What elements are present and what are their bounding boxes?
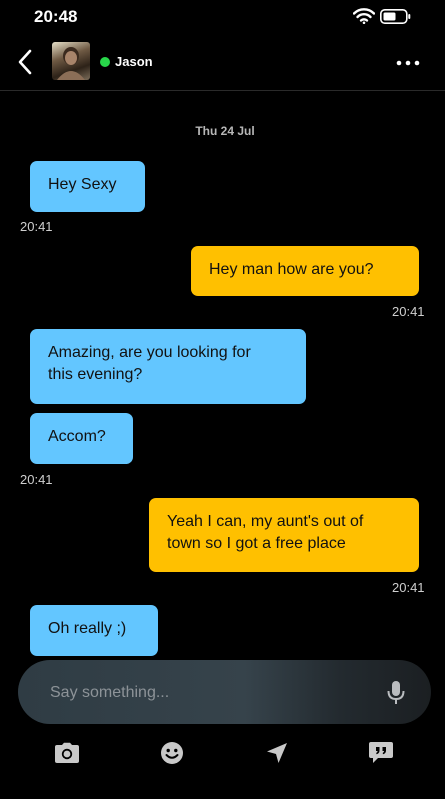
avatar-photo bbox=[57, 47, 85, 80]
emoji-button[interactable] bbox=[155, 738, 189, 768]
message-text: Hey man how are you? bbox=[209, 261, 374, 278]
smiley-icon bbox=[161, 742, 183, 764]
status-time: 20:48 bbox=[34, 7, 78, 26]
avatar[interactable] bbox=[52, 42, 90, 80]
message-text: Oh really ;) bbox=[48, 620, 127, 637]
message-time: 20:41 bbox=[20, 219, 53, 234]
status-bar: 20:48 bbox=[0, 0, 445, 34]
quick-reply-icon bbox=[369, 742, 393, 763]
message-text-line: this evening? bbox=[48, 366, 143, 383]
more-options-icon[interactable] bbox=[396, 60, 420, 66]
message-bubble-outgoing[interactable]: Hey man how are you? bbox=[191, 246, 419, 296]
message-time: 20:41 bbox=[392, 580, 425, 595]
message-time: 20:41 bbox=[20, 472, 53, 487]
message-text-line: Amazing, are you looking for bbox=[48, 344, 251, 361]
contact-name[interactable]: Jason bbox=[115, 54, 153, 69]
message-composer bbox=[18, 660, 431, 724]
bottom-toolbar bbox=[0, 730, 445, 776]
battery-icon bbox=[380, 9, 411, 24]
message-bubble-incoming[interactable]: Hey Sexy bbox=[30, 161, 145, 212]
wifi-icon bbox=[353, 8, 375, 24]
location-button[interactable] bbox=[260, 738, 294, 768]
location-icon bbox=[267, 743, 287, 763]
camera-button[interactable] bbox=[50, 738, 84, 768]
message-time: 20:41 bbox=[392, 304, 425, 319]
message-input[interactable] bbox=[48, 680, 372, 706]
online-status-dot bbox=[100, 57, 110, 67]
message-text: Accom? bbox=[48, 428, 106, 445]
camera-icon bbox=[55, 742, 79, 763]
chat-header: Jason bbox=[0, 34, 445, 91]
message-bubble-incoming[interactable]: Oh really ;) bbox=[30, 605, 158, 656]
message-bubble-incoming[interactable]: Accom? bbox=[30, 413, 133, 464]
message-bubble-incoming[interactable]: Amazing, are you looking for this evenin… bbox=[30, 329, 306, 404]
back-chevron-icon[interactable] bbox=[16, 48, 36, 76]
date-separator: Thu 24 Jul bbox=[195, 124, 255, 138]
microphone-icon[interactable] bbox=[386, 680, 406, 706]
message-bubble-outgoing[interactable]: Yeah I can, my aunt's out of town so I g… bbox=[149, 498, 419, 572]
quick-reply-button[interactable] bbox=[364, 738, 398, 768]
message-text: Hey Sexy bbox=[48, 176, 117, 193]
message-text-line: Yeah I can, my aunt's out of bbox=[167, 513, 364, 530]
message-text-line: town so I got a free place bbox=[167, 535, 346, 552]
